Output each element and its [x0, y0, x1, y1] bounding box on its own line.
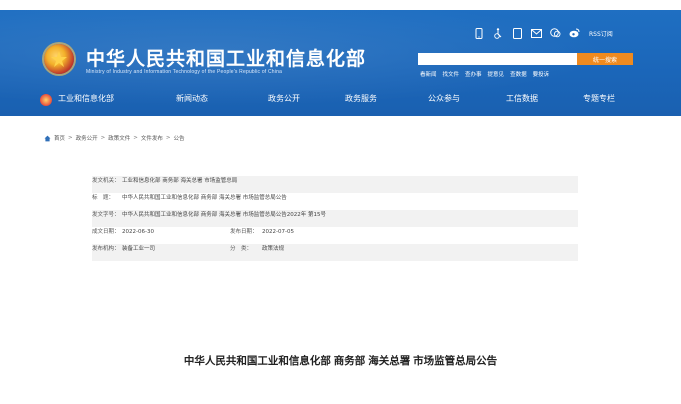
- quick-link-files[interactable]: 找文件: [443, 70, 460, 78]
- meta-value-docno: 中华人民共和国工业和信息化部 商务部 海关总署 市场监管总局公告2022年 第1…: [122, 212, 326, 218]
- breadcrumb-announcement[interactable]: 公告: [174, 134, 185, 142]
- quick-link-services[interactable]: 查办事: [465, 70, 482, 78]
- search-button[interactable]: 统一搜索: [577, 53, 633, 65]
- quick-link-feedback[interactable]: 提意见: [488, 70, 505, 78]
- quick-link-complaint[interactable]: 要投诉: [533, 70, 550, 78]
- meta-label-published: 发布日期：: [230, 229, 258, 235]
- meta-row-docno: 发文字号： 中华人民共和国工业和信息化部 商务部 海关总署 市场监管总局公告20…: [92, 210, 578, 227]
- nav-item-public-participation[interactable]: 公众参与: [428, 93, 460, 104]
- meta-label-docno: 发文字号：: [92, 212, 120, 218]
- quick-links: 看新闻 找文件 查办事 提意见 查数据 要投诉: [420, 70, 549, 78]
- mail-icon[interactable]: [530, 27, 542, 39]
- breadcrumb-home[interactable]: 首页: [54, 134, 65, 142]
- meta-value-created: 2022-06-30: [122, 229, 154, 235]
- nav-item-gov-services[interactable]: 政务服务: [345, 93, 377, 104]
- meta-value-published: 2022-07-05: [262, 229, 294, 235]
- nav-item-news[interactable]: 新闻动态: [176, 93, 208, 104]
- nav-item-special-topics[interactable]: 专题专栏: [583, 93, 615, 104]
- breadcrumb-doc-release[interactable]: 文件发布: [141, 134, 163, 142]
- document-meta-table: 发文机关： 工业和信息化部 商务部 海关总署 市场监管总局 标 题： 中华人民共…: [92, 176, 578, 261]
- emblem-star-icon: [51, 51, 67, 67]
- breadcrumb-gov-affairs[interactable]: 政务公开: [76, 134, 98, 142]
- breadcrumb-policy-docs[interactable]: 政策文件: [108, 134, 130, 142]
- breadcrumb-separator: >: [165, 135, 171, 141]
- home-icon[interactable]: [44, 135, 51, 142]
- breadcrumb: 首页 > 政务公开 > 政策文件 > 文件发布 > 公告: [44, 134, 185, 142]
- quick-link-news[interactable]: 看新闻: [420, 70, 437, 78]
- meta-row-title: 标 题： 中华人民共和国工业和信息化部 商务部 海关总署 市场监管总局公告: [92, 193, 578, 210]
- meta-row-org: 发布机构： 装备工业一司 分 类： 政策法规: [92, 244, 578, 261]
- document-title: 中华人民共和国工业和信息化部 商务部 海关总署 市场监管总局公告: [183, 355, 498, 367]
- site-header: 中华人民共和国工业和信息化部 Ministry of Industry and …: [0, 0, 681, 116]
- meta-value-category: 政策法规: [262, 246, 285, 252]
- meta-value-title: 中华人民共和国工业和信息化部 商务部 海关总署 市场监管总局公告: [122, 195, 287, 201]
- main-nav: 工业和信息化部 新闻动态 政务公开 政务服务 公众参与 工信数据 专题专栏: [0, 90, 681, 112]
- search-input[interactable]: [418, 53, 577, 65]
- breadcrumb-separator: >: [100, 135, 106, 141]
- nav-item-gov-affairs[interactable]: 政务公开: [268, 93, 300, 104]
- nav-item-ministry[interactable]: 工业和信息化部: [58, 93, 114, 104]
- meta-label-title: 标 题：: [92, 195, 115, 201]
- breadcrumb-separator: >: [133, 135, 138, 141]
- weibo-icon[interactable]: [568, 27, 580, 39]
- breadcrumb-separator: >: [68, 135, 73, 141]
- meta-label-org: 发布机构：: [92, 246, 120, 252]
- meta-label-issuer: 发文机关：: [92, 178, 120, 184]
- accessibility-icon[interactable]: [492, 27, 504, 39]
- top-icon-bar: RSS订阅: [473, 25, 613, 41]
- site-subtitle: Ministry of Industry and Information Tec…: [86, 69, 283, 75]
- meta-value-org: 装备工业一司: [122, 246, 156, 252]
- national-emblem-logo[interactable]: [44, 44, 74, 74]
- nav-item-data[interactable]: 工信数据: [506, 93, 538, 104]
- meta-value-issuer: 工业和信息化部 商务部 海关总署 市场监管总局: [122, 178, 238, 184]
- wechat-icon[interactable]: [549, 27, 561, 39]
- meta-row-dates: 成文日期： 2022-06-30 发布日期： 2022-07-05: [92, 227, 578, 244]
- meta-label-category: 分 类：: [230, 246, 253, 252]
- mobile-icon[interactable]: [473, 27, 485, 39]
- meta-row-issuer: 发文机关： 工业和信息化部 商务部 海关总署 市场监管总局: [92, 176, 578, 193]
- site-title[interactable]: 中华人民共和国工业和信息化部: [86, 44, 366, 71]
- tablet-icon[interactable]: [511, 27, 523, 39]
- rss-link[interactable]: RSS订阅: [589, 29, 613, 38]
- nav-logo-icon[interactable]: [40, 94, 52, 106]
- meta-label-created: 成文日期：: [92, 229, 120, 235]
- quick-link-data[interactable]: 查数据: [510, 70, 527, 78]
